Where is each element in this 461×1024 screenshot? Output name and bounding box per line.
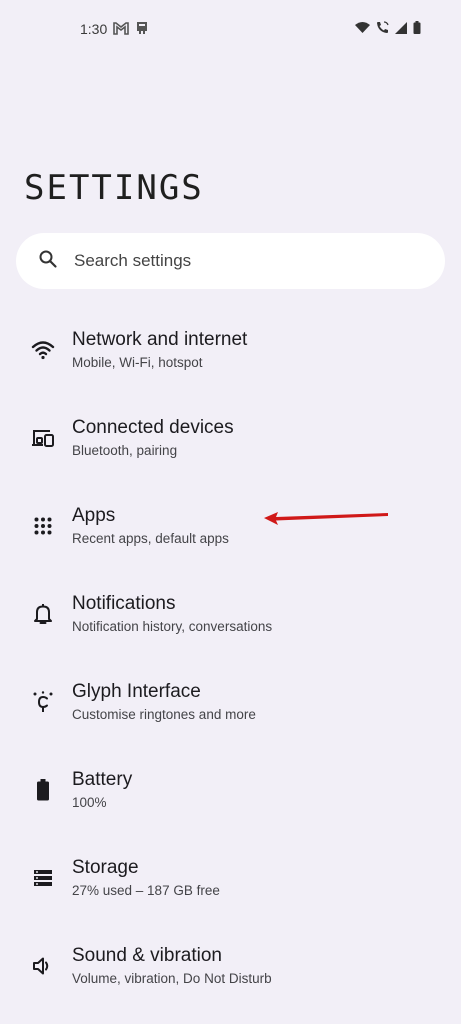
setting-subtitle: Volume, vibration, Do Not Disturb [72,971,272,986]
setting-item-apps[interactable]: Apps Recent apps, default apps [0,485,461,573]
wifi-icon [355,21,370,39]
search-input[interactable] [72,250,376,272]
setting-subtitle: Bluetooth, pairing [72,443,178,458]
storage-icon [31,866,55,890]
setting-title: Notifications [72,593,176,614]
setting-item-sound-vibration[interactable]: Sound & vibration Volume, vibration, Do … [0,925,461,1013]
setting-title: Glyph Interface [72,681,201,702]
setting-subtitle: 100% [72,795,107,810]
setting-title: Battery [72,769,133,790]
setting-subtitle: Mobile, Wi-Fi, hotspot [72,355,203,370]
status-bar: 1:30 [0,0,461,58]
setting-title: Storage [72,857,139,878]
status-left-icons [113,21,149,40]
bell-icon [31,602,55,626]
status-time: 1:30 [80,21,108,37]
setting-title: Apps [72,505,116,526]
setting-subtitle: Customise ringtones and more [72,707,256,722]
gmail-icon [113,21,129,40]
notification-app-icon [135,21,149,40]
search-bar[interactable] [16,233,445,289]
search-icon [38,249,58,274]
connected-devices-icon [31,426,55,450]
setting-title: Network and internet [72,329,248,350]
setting-subtitle: 27% used – 187 GB free [72,883,220,898]
page-title: SETTINGS [24,168,204,208]
setting-title: Connected devices [72,417,234,438]
setting-item-glyph-interface[interactable]: Glyph Interface Customise ringtones and … [0,661,461,749]
battery-icon [31,778,55,802]
setting-title: Sound & vibration [72,945,222,966]
annotation-arrow [264,512,388,525]
status-right-icons [355,21,421,39]
setting-item-notifications[interactable]: Notifications Notification history, conv… [0,573,461,661]
apps-grid-icon [31,514,55,538]
glyph-icon [31,690,55,714]
battery-icon [413,21,421,39]
wifi-calling-icon [376,21,389,39]
setting-item-network[interactable]: Network and internet Mobile, Wi-Fi, hots… [0,309,461,397]
setting-subtitle: Notification history, conversations [72,619,273,634]
settings-list: Network and internet Mobile, Wi-Fi, hots… [0,309,461,1013]
wifi-icon [31,338,55,362]
setting-item-battery[interactable]: Battery 100% [0,749,461,837]
setting-item-connected-devices[interactable]: Connected devices Bluetooth, pairing [0,397,461,485]
signal-icon [395,21,407,39]
setting-subtitle: Recent apps, default apps [72,531,229,546]
volume-icon [31,954,55,978]
setting-item-storage[interactable]: Storage 27% used – 187 GB free [0,837,461,925]
